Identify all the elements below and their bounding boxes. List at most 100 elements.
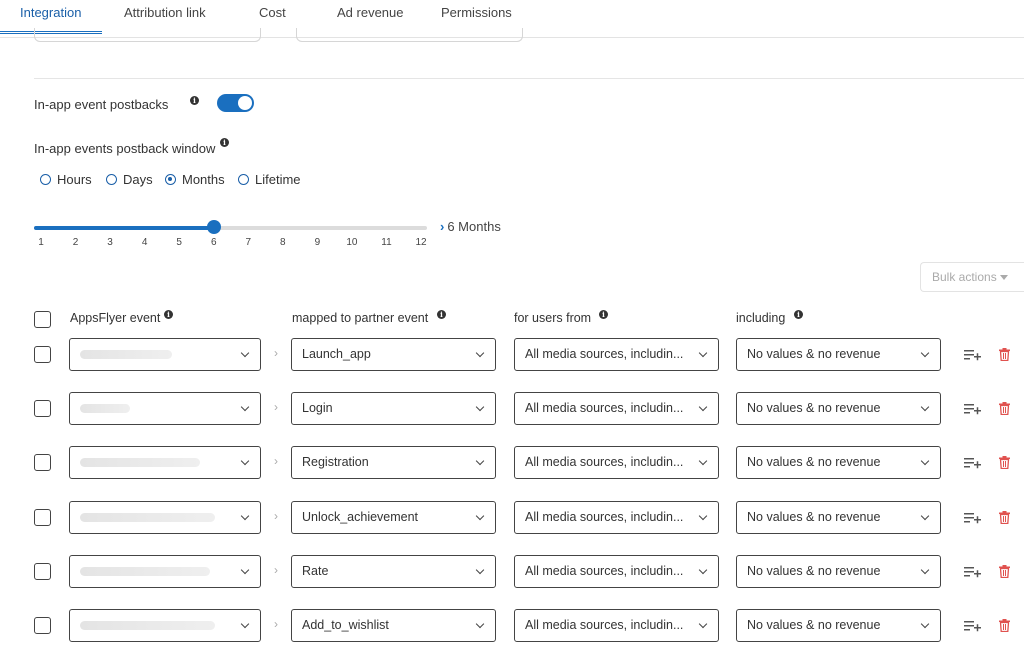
row-checkbox[interactable] <box>34 563 51 580</box>
postbacks-toggle[interactable] <box>217 94 254 112</box>
info-icon[interactable]: i <box>190 96 199 105</box>
partner-event-select[interactable]: Launch_app <box>291 338 496 371</box>
slider-tick-label: 1 <box>38 237 44 248</box>
mapping-arrow-icon: › <box>274 400 278 414</box>
trash-icon[interactable] <box>999 619 1010 633</box>
radio-months[interactable]: Months <box>165 171 225 187</box>
partner-event-select[interactable]: Rate <box>291 555 496 588</box>
appsflyer-event-select[interactable] <box>69 609 261 642</box>
mapping-arrow-icon: › <box>274 509 278 523</box>
including-select[interactable]: No values & no revenue <box>736 609 941 642</box>
appsflyer-event-select[interactable] <box>69 338 261 371</box>
slider-tick-label: 3 <box>107 237 113 248</box>
header-including: including <box>736 311 786 325</box>
including-value: No values & no revenue <box>747 564 881 578</box>
including-select[interactable]: No values & no revenue <box>736 446 941 479</box>
partner-event-select[interactable]: Add_to_wishlist <box>291 609 496 642</box>
trash-icon[interactable] <box>999 348 1010 362</box>
tab-cost[interactable]: Cost <box>259 5 286 20</box>
including-select[interactable]: No values & no revenue <box>736 501 941 534</box>
info-icon[interactable]: i <box>164 310 173 319</box>
including-value: No values & no revenue <box>747 510 881 524</box>
slider-tick-label: 10 <box>346 237 358 248</box>
trash-icon[interactable] <box>999 402 1010 416</box>
chevron-down-icon <box>240 619 250 629</box>
slider-tick-label: 4 <box>141 237 148 248</box>
row-checkbox[interactable] <box>34 346 51 363</box>
users-from-value: All media sources, includin... <box>525 618 684 632</box>
partner-event-value: Registration <box>302 455 369 469</box>
including-select[interactable]: No values & no revenue <box>736 555 941 588</box>
chevron-right-icon: › <box>440 219 445 234</box>
chevron-down-icon <box>920 511 930 521</box>
radio-circle <box>106 173 117 185</box>
row-checkbox[interactable] <box>34 509 51 526</box>
playlist-add-icon[interactable] <box>964 620 981 632</box>
input-field-partial[interactable] <box>34 28 261 42</box>
tab-integration[interactable]: Integration <box>20 5 81 20</box>
slider-value: › 6 Months <box>440 219 501 234</box>
radio-label: Months <box>182 171 225 187</box>
redacted-event-name <box>80 567 210 576</box>
redacted-event-name <box>80 513 215 522</box>
trash-icon[interactable] <box>999 456 1010 470</box>
mapping-arrow-icon: › <box>274 617 278 631</box>
radio-label: Lifetime <box>255 171 301 187</box>
chevron-down-icon <box>698 619 708 629</box>
info-icon[interactable]: i <box>599 310 608 319</box>
including-select[interactable]: No values & no revenue <box>736 392 941 425</box>
partner-event-select[interactable]: Unlock_achievement <box>291 501 496 534</box>
users-from-select[interactable]: All media sources, includin... <box>514 392 719 425</box>
input-field-partial[interactable] <box>296 28 523 42</box>
playlist-add-icon[interactable] <box>964 403 981 415</box>
redacted-event-name <box>80 404 130 413</box>
playlist-add-icon[interactable] <box>964 512 981 524</box>
appsflyer-event-select[interactable] <box>69 555 261 588</box>
select-all-checkbox[interactable] <box>34 311 51 328</box>
radio-days[interactable]: Days <box>106 171 153 187</box>
playlist-add-icon[interactable] <box>964 349 981 361</box>
partner-event-select[interactable]: Login <box>291 392 496 425</box>
chevron-down-icon <box>698 402 708 412</box>
slider-tick-label: 2 <box>72 237 79 248</box>
redacted-event-name <box>80 621 215 630</box>
tab-attribution-link[interactable]: Attribution link <box>124 5 206 20</box>
bulk-actions-label: Bulk actions <box>932 270 997 284</box>
info-icon[interactable]: i <box>794 310 803 319</box>
appsflyer-event-select[interactable] <box>69 392 261 425</box>
users-from-select[interactable]: All media sources, includin... <box>514 501 719 534</box>
radio-label: Days <box>123 171 153 187</box>
users-from-select[interactable]: All media sources, includin... <box>514 609 719 642</box>
row-checkbox[interactable] <box>34 454 51 471</box>
trash-icon[interactable] <box>999 565 1010 579</box>
including-select[interactable]: No values & no revenue <box>736 338 941 371</box>
tab-ad-revenue[interactable]: Ad revenue <box>337 5 404 20</box>
bulk-actions-button[interactable]: Bulk actions <box>920 262 1024 292</box>
chevron-down-icon <box>920 456 930 466</box>
users-from-select[interactable]: All media sources, includin... <box>514 338 719 371</box>
appsflyer-event-select[interactable] <box>69 501 261 534</box>
slider-thumb[interactable] <box>206 220 221 234</box>
partner-event-select[interactable]: Registration <box>291 446 496 479</box>
mapping-arrow-icon: › <box>274 346 278 360</box>
users-from-value: All media sources, includin... <box>525 564 684 578</box>
row-checkbox[interactable] <box>34 400 51 417</box>
users-from-value: All media sources, includin... <box>525 347 684 361</box>
row-checkbox[interactable] <box>34 617 51 634</box>
partner-event-value: Add_to_wishlist <box>302 618 389 632</box>
toggle-knob <box>238 96 252 110</box>
chevron-down-icon <box>240 511 250 521</box>
users-from-value: All media sources, includin... <box>525 401 684 415</box>
users-from-select[interactable]: All media sources, includin... <box>514 446 719 479</box>
info-icon[interactable]: i <box>437 310 446 319</box>
appsflyer-event-select[interactable] <box>69 446 261 479</box>
tab-permissions[interactable]: Permissions <box>441 5 512 20</box>
playlist-add-icon[interactable] <box>964 566 981 578</box>
users-from-select[interactable]: All media sources, includin... <box>514 555 719 588</box>
radio-hours[interactable]: Hours <box>40 171 92 187</box>
radio-lifetime[interactable]: Lifetime <box>238 171 301 187</box>
trash-icon[interactable] <box>999 511 1010 525</box>
playlist-add-icon[interactable] <box>964 457 981 469</box>
info-icon[interactable]: i <box>220 138 229 147</box>
users-from-value: All media sources, includin... <box>525 455 684 469</box>
